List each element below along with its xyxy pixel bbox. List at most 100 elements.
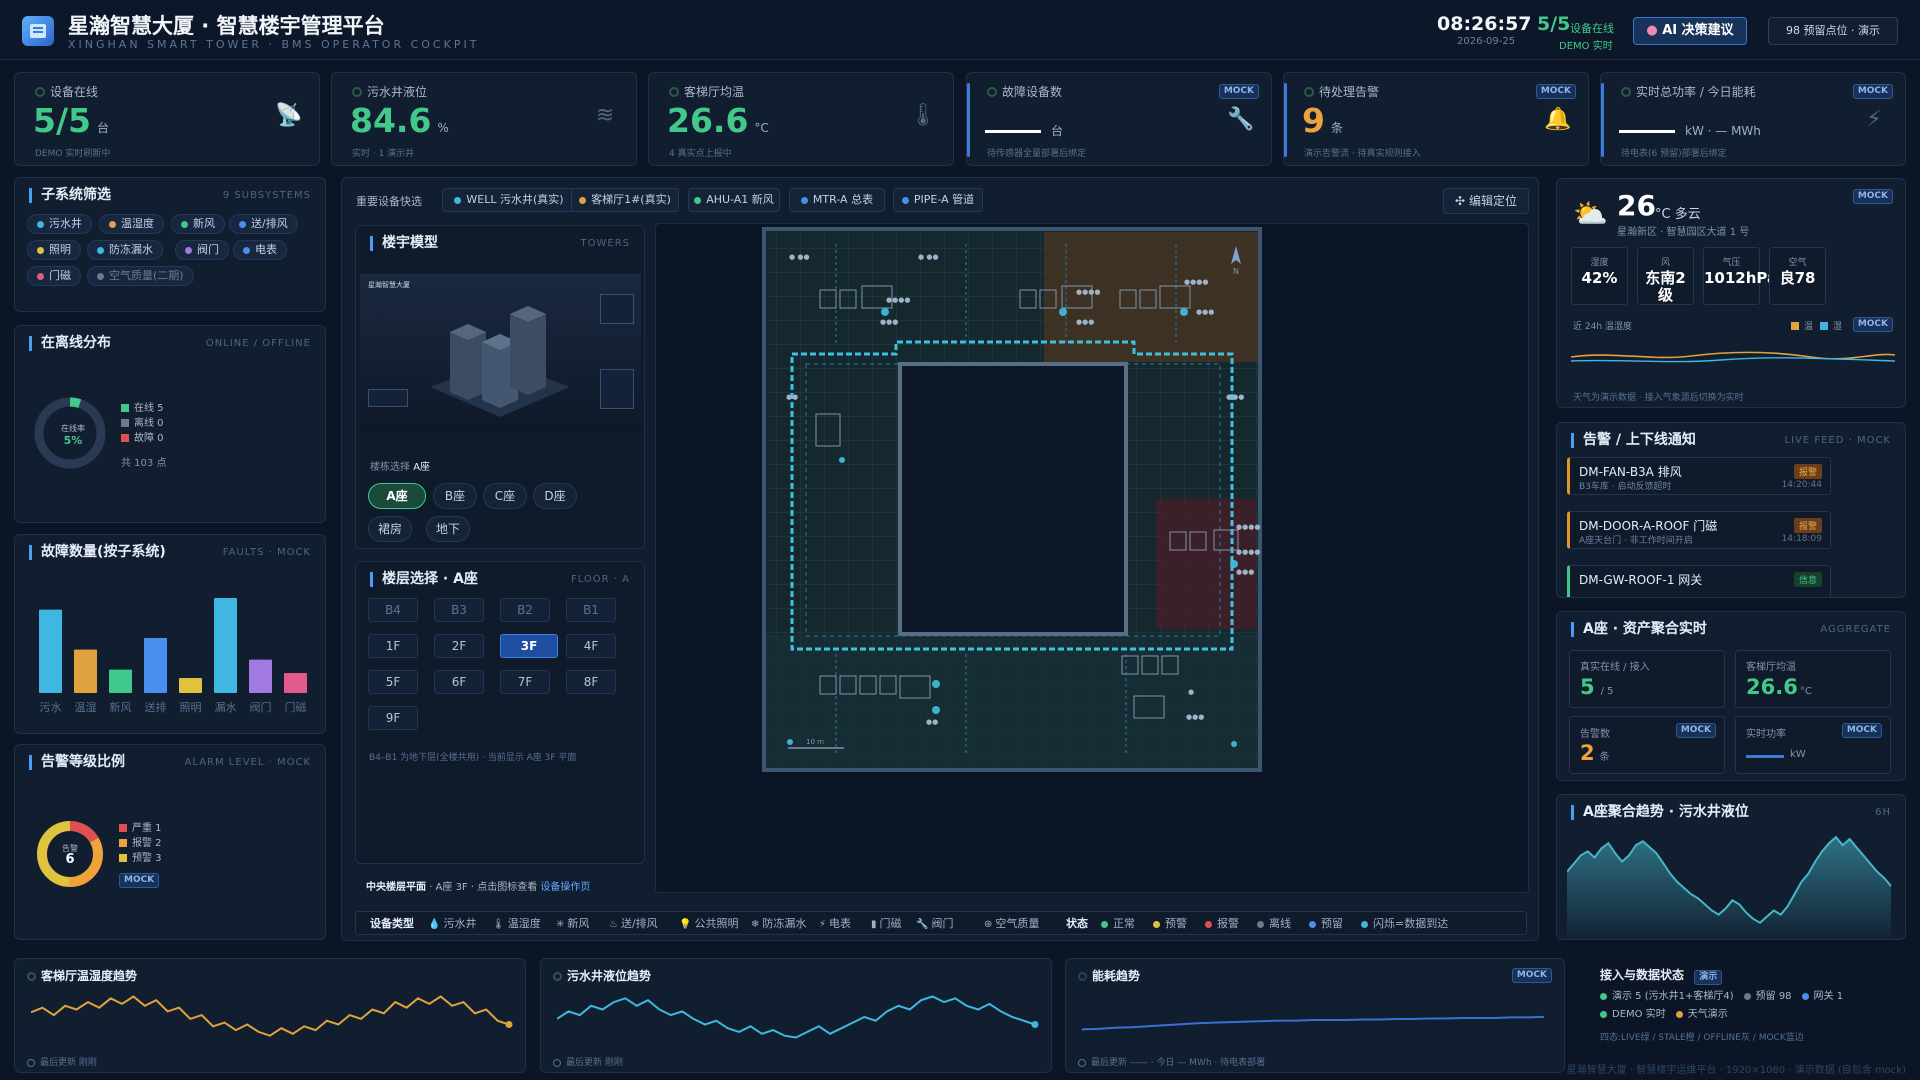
device-type-item[interactable]: 💡 公共照明 bbox=[679, 912, 738, 937]
bell-icon: 🔔 bbox=[1544, 107, 1572, 132]
tower-thumbnail[interactable]: 星瀚智慧大厦 bbox=[360, 274, 641, 432]
edit-position-button[interactable]: ✣ 编辑定位 bbox=[1443, 188, 1529, 214]
fault-bar[interactable] bbox=[109, 669, 132, 693]
floor-button[interactable]: 3F bbox=[500, 634, 558, 658]
device-type-item[interactable]: 🌡 温湿度 bbox=[492, 912, 541, 937]
floor-button[interactable]: B1 bbox=[566, 598, 616, 622]
kpi-label: 污水井液位 bbox=[352, 83, 427, 100]
lightning-icon: ⚡ bbox=[819, 919, 827, 930]
status-dot bbox=[37, 272, 44, 280]
alarm-item[interactable]: DM-GW-ROOF-1 网关 信息 bbox=[1567, 565, 1831, 597]
building-button[interactable]: 地下 bbox=[426, 516, 470, 542]
floor-select-panel: 楼层选择 · A座 FLOOR · A B4 B3 B2 B1 1F 2F 3F 4F 5F 6F… bbox=[355, 561, 645, 864]
kpi-card[interactable]: 故障设备数台待传感器全量部署后绑定 MOCK 🔧 bbox=[966, 72, 1272, 166]
kpi-label: 实时总功率 / 今日能耗 bbox=[1621, 83, 1756, 100]
bulb-icon: 💡 bbox=[679, 919, 692, 930]
subsystem-chip[interactable]: 阀门 bbox=[175, 240, 229, 260]
floor-button[interactable]: 6F bbox=[434, 670, 484, 694]
stat-alarms-value: 2条 bbox=[1580, 741, 1610, 765]
snowflake-icon: ❄ bbox=[751, 919, 760, 930]
fault-bar[interactable] bbox=[284, 673, 307, 693]
online-donut-value: 5% bbox=[63, 434, 83, 447]
floor-plan[interactable]: ● ●● ● ●● ●●●● ●●● ●●●● ●●● ●●●● ●●● ●● ●●● ●… bbox=[655, 223, 1529, 893]
building-button[interactable]: B座 bbox=[433, 483, 477, 509]
alarm-item[interactable]: DM-DOOR-A-ROOF 门磁 A座天台门 · 非工作时间开启 报警 14:18:… bbox=[1567, 511, 1831, 549]
device-type-item[interactable]: ▮ 门磁 bbox=[871, 912, 902, 937]
energy-trend-foot: 最后更新 —— · 今日 — MWh · 待电表部署 bbox=[1078, 1055, 1265, 1068]
kpi-card[interactable]: 待处理告警 9 条演示告警流 · 待真实规则接入 MOCK 🔔 bbox=[1283, 72, 1589, 166]
ai-advice-button[interactable]: ● AI 决策建议 bbox=[1633, 17, 1747, 45]
subsystem-chip[interactable]: 送/排风 bbox=[229, 214, 298, 234]
alarm-item[interactable]: DM-FAN-B3A 排风 B3车库 · 启动反馈超时 报警 14:20:44 bbox=[1567, 457, 1831, 495]
device-type-item[interactable]: 💧 污水井 bbox=[428, 912, 476, 937]
kpi-value: 26.6 °C bbox=[667, 101, 769, 140]
floor-button[interactable]: B2 bbox=[500, 598, 550, 622]
device-type-item[interactable]: ✳ 新风 bbox=[556, 912, 589, 937]
panel-subtitle: 9 SUBSYSTEMS bbox=[222, 190, 311, 201]
demo-points-button[interactable]: 98 预留点位 · 演示 bbox=[1768, 17, 1898, 45]
subsystem-chip[interactable]: 防冻漏水 bbox=[87, 240, 163, 260]
status-dot bbox=[239, 220, 246, 228]
svg-text:●●●: ●●● bbox=[880, 318, 898, 326]
building-button[interactable]: C座 bbox=[483, 483, 527, 509]
subsystem-chip[interactable]: 门磁 bbox=[27, 266, 81, 286]
device-type-item[interactable]: ❄ 防冻漏水 bbox=[751, 912, 806, 937]
panel-subtitle: ONLINE / OFFLINE bbox=[205, 338, 311, 349]
building-button[interactable]: D座 bbox=[533, 483, 577, 509]
floor-button[interactable]: 1F bbox=[368, 634, 418, 658]
fault-bar[interactable] bbox=[74, 649, 97, 693]
subsystem-chip[interactable]: 空气质量(二期) bbox=[87, 266, 194, 286]
fault-bar[interactable] bbox=[39, 609, 62, 693]
quick-select-item[interactable]: AHU-A1 新风 bbox=[688, 188, 780, 212]
alarm-badge: 报警 bbox=[1793, 518, 1822, 533]
floor-button[interactable]: 4F bbox=[566, 634, 616, 658]
kpi-card[interactable]: 实时总功率 / 今日能耗 kW · — MWh 待电表(6 预留)部署后绑定 MOCK… bbox=[1600, 72, 1906, 166]
panel-subtitle: 6H bbox=[1875, 807, 1891, 818]
device-page-link[interactable]: 设备操作页 bbox=[540, 882, 590, 893]
alarm-badge: 报警 bbox=[1793, 464, 1822, 479]
quick-select-item[interactable]: WELL 污水井(真实) bbox=[442, 188, 576, 212]
status-ring-icon bbox=[1304, 87, 1314, 97]
floor-button[interactable]: 5F bbox=[368, 670, 418, 694]
fault-bar[interactable] bbox=[144, 638, 167, 693]
subsystem-chip[interactable]: 电表 bbox=[233, 240, 287, 260]
floor-button[interactable]: 7F bbox=[500, 670, 550, 694]
floor-button[interactable]: B3 bbox=[434, 598, 484, 622]
kpi-card[interactable]: 设备在线 5/5 台 DEMO 实时刷新中 📡 bbox=[14, 72, 320, 166]
weather-stat: 气压 1012hPa bbox=[1703, 247, 1777, 305]
subsystem-chip[interactable]: 新风 bbox=[171, 214, 225, 234]
device-type-item[interactable]: ♨ 送/排风 bbox=[609, 912, 658, 937]
temp-trend-title: 客梯厅温湿度趋势 bbox=[27, 967, 137, 984]
weather-location: 星瀚新区 · 智慧园区大道 1 号 bbox=[1617, 227, 1750, 238]
floor-button[interactable]: B4 bbox=[368, 598, 418, 622]
device-type-bar: 设备类型 💧 污水井 🌡 温湿度 ✳ 新风 ♨ 送/排风 💡 公共照明 ❄ 防冻漏水 ⚡ 电表 ▮ 门磁 🔧 阀门 ⊛… bbox=[355, 911, 1527, 935]
fault-bar[interactable] bbox=[249, 659, 272, 693]
quick-select-item[interactable]: MTR-A 总表 bbox=[789, 188, 885, 212]
floor-button[interactable]: 8F bbox=[566, 670, 616, 694]
subsystem-chip[interactable]: 污水井 bbox=[27, 214, 92, 234]
device-type-item[interactable]: ⚡ 电表 bbox=[819, 912, 851, 937]
floor-button[interactable]: 9F bbox=[368, 706, 418, 730]
kpi-card[interactable]: 客梯厅均温 26.6 °C 4 真实点上报中 🌡 bbox=[648, 72, 954, 166]
device-type-item[interactable]: 🔧 阀门 bbox=[916, 912, 953, 937]
building-button[interactable]: 裙房 bbox=[368, 516, 412, 542]
drop-icon: 💧 bbox=[428, 919, 441, 930]
kpi-foot: 实时 · 1 演示井 bbox=[352, 149, 415, 159]
device-type-item[interactable]: ⊛ 空气质量 bbox=[984, 912, 1039, 937]
legend-item: 预警 3 bbox=[119, 851, 162, 866]
subsystem-chip[interactable]: 温湿度 bbox=[99, 214, 164, 234]
fault-bar[interactable] bbox=[179, 678, 202, 693]
stat-online-value: 5/ 5 bbox=[1580, 675, 1614, 699]
panel-title: 楼层选择 · A座 bbox=[370, 572, 478, 587]
fault-bar[interactable] bbox=[214, 598, 237, 693]
kpi-card[interactable]: 污水井液位 84.6% 实时 · 1 演示井 ≋ bbox=[331, 72, 637, 166]
quick-select-item[interactable]: 客梯厅1#(真实) bbox=[571, 188, 679, 212]
online-ratio-label: 设备在线 bbox=[1570, 22, 1614, 35]
quick-select-item[interactable]: PIPE-A 管道 bbox=[893, 188, 983, 212]
floor-button[interactable]: 2F bbox=[434, 634, 484, 658]
building-button[interactable]: A座 bbox=[368, 483, 426, 509]
water-trend-panel: 污水井液位趋势 最后更新 刚刚 bbox=[540, 958, 1052, 1073]
tower-model-panel: 楼宇模型 TOWERS 星瀚智慧大厦 楼栋选择 A座 A座 B座 C座 D座 裙房 地下 bbox=[355, 225, 645, 549]
subsystem-chip[interactable]: 照明 bbox=[27, 240, 81, 260]
tower-3d-icon bbox=[430, 306, 570, 417]
